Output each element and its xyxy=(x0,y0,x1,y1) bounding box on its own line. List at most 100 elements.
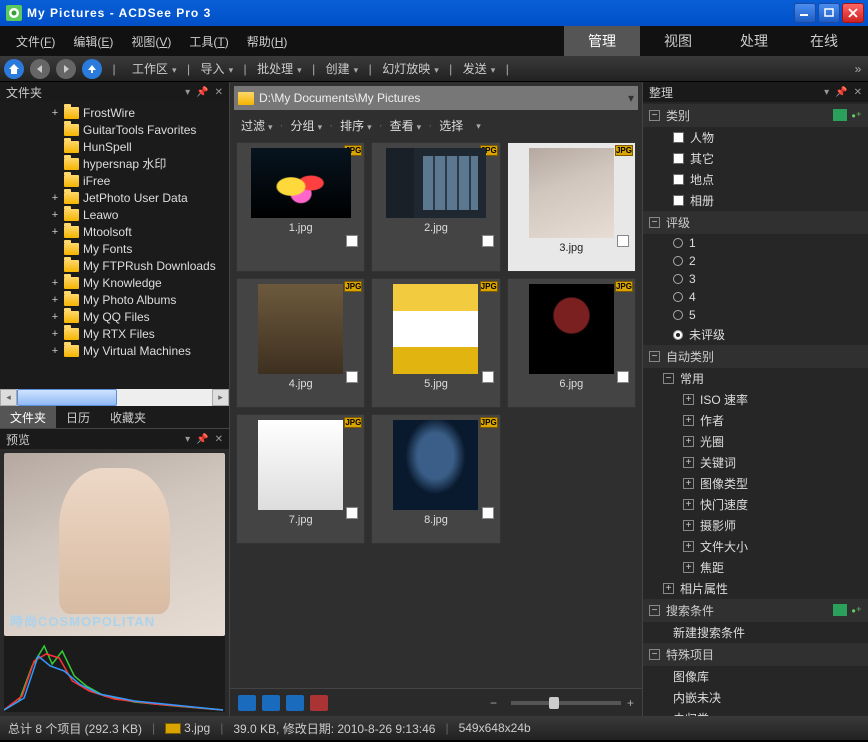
thumbnail[interactable]: JPG3.jpg xyxy=(507,142,636,272)
thumb-checkbox[interactable] xyxy=(617,235,629,247)
thumbnail[interactable]: JPG6.jpg xyxy=(507,278,636,408)
panel-pin-icon[interactable]: 📌 xyxy=(835,87,847,98)
view-filter[interactable]: 选择 xyxy=(436,117,466,134)
category-item[interactable]: 人物 xyxy=(643,127,868,148)
special-item[interactable]: 图像库 xyxy=(643,666,868,687)
panel-close-icon[interactable]: ✕ xyxy=(854,87,862,98)
panel-close-icon[interactable]: ✕ xyxy=(215,87,223,98)
rating-option[interactable]: 3 xyxy=(643,270,868,288)
tree-folder[interactable]: My FTPRush Downloads xyxy=(0,257,229,274)
tree-folder[interactable]: +My Virtual Machines xyxy=(0,342,229,358)
panel-menu-icon[interactable]: ▾ xyxy=(185,434,190,445)
path-input[interactable] xyxy=(259,91,623,105)
rating-option[interactable]: 1 xyxy=(643,234,868,252)
menu-v[interactable]: 视图(V) xyxy=(123,29,179,54)
menu-t[interactable]: 工具(T) xyxy=(181,29,236,54)
section-header[interactable]: −自动类别 xyxy=(643,345,868,368)
section-header[interactable]: −搜索条件•⁺ xyxy=(643,599,868,622)
autocat-item[interactable]: +文件大小 xyxy=(643,536,868,557)
view-filter[interactable]: 排序 xyxy=(337,117,375,134)
new-search[interactable]: 新建搜索条件 xyxy=(643,622,868,643)
checkbox[interactable] xyxy=(673,132,684,143)
panel-menu-icon[interactable]: ▾ xyxy=(824,87,829,98)
checkbox[interactable] xyxy=(673,195,684,206)
thumb-checkbox[interactable] xyxy=(617,371,629,383)
zoom-out-icon[interactable]: − xyxy=(490,696,497,710)
rotate-left-icon[interactable] xyxy=(262,695,280,711)
autocat-item[interactable]: +关键词 xyxy=(643,452,868,473)
minimize-button[interactable] xyxy=(794,3,816,23)
nav-back-icon[interactable] xyxy=(30,59,50,79)
autocat-item[interactable]: +ISO 速率 xyxy=(643,389,868,410)
category-item[interactable]: 地点 xyxy=(643,169,868,190)
thumbnail[interactable]: JPG7.jpg xyxy=(236,414,365,544)
autocat-item[interactable]: +光圈 xyxy=(643,431,868,452)
mode-tab[interactable]: 视图 xyxy=(640,26,716,56)
tree-folder[interactable]: +Mtoolsoft xyxy=(0,223,229,240)
menu-h[interactable]: 帮助(H) xyxy=(239,29,296,54)
autocat-item[interactable]: +图像类型 xyxy=(643,473,868,494)
subsection[interactable]: −常用 xyxy=(643,368,868,389)
thumb-checkbox[interactable] xyxy=(346,371,358,383)
thumbnail[interactable]: JPG5.jpg xyxy=(371,278,500,408)
book-icon[interactable] xyxy=(833,109,847,121)
view-filter[interactable]: 过滤 xyxy=(238,117,276,134)
zoom-in-icon[interactable]: + xyxy=(627,696,634,710)
autocat-item[interactable]: +作者 xyxy=(643,410,868,431)
menu-f[interactable]: 文件(F) xyxy=(8,29,63,54)
folder-tree[interactable]: +FrostWireGuitarTools FavoritesHunSpellh… xyxy=(0,102,229,389)
folder-subtab[interactable]: 文件夹 xyxy=(0,406,56,428)
rating-option[interactable]: 4 xyxy=(643,288,868,306)
folder-subtab[interactable]: 日历 xyxy=(56,406,100,428)
mode-tab[interactable]: 处理 xyxy=(716,26,792,56)
tree-folder[interactable]: +My QQ Files xyxy=(0,308,229,325)
special-item[interactable]: 内嵌未决 xyxy=(643,687,868,708)
tree-folder[interactable]: +FrostWire xyxy=(0,104,229,121)
view-filter[interactable]: 查看 xyxy=(387,117,425,134)
path-dropdown-icon[interactable]: ▾ xyxy=(628,91,634,105)
rating-option[interactable]: 2 xyxy=(643,252,868,270)
subsection[interactable]: +相片属性 xyxy=(643,578,868,599)
autocat-item[interactable]: +快门速度 xyxy=(643,494,868,515)
folder-subtab[interactable]: 收藏夹 xyxy=(100,406,156,428)
toolbar-overflow-icon[interactable]: » xyxy=(852,62,864,76)
thumb-checkbox[interactable] xyxy=(482,235,494,247)
tree-folder[interactable]: +Leawo xyxy=(0,206,229,223)
thumbnail[interactable]: JPG2.jpg xyxy=(371,142,500,272)
thumb-checkbox[interactable] xyxy=(482,371,494,383)
zoom-slider[interactable] xyxy=(511,701,621,705)
delete-icon[interactable] xyxy=(310,695,328,711)
maximize-button[interactable] xyxy=(818,3,840,23)
panel-menu-icon[interactable]: ▾ xyxy=(185,87,190,98)
nav-forward-icon[interactable] xyxy=(56,59,76,79)
toolbar-group[interactable]: 批处理 xyxy=(251,60,308,77)
panel-close-icon[interactable]: ✕ xyxy=(215,434,223,445)
rating-option[interactable]: 未评级 xyxy=(643,324,868,345)
nav-home-icon[interactable] xyxy=(4,59,24,79)
toolbar-group[interactable]: 幻灯放映 xyxy=(376,60,445,77)
toolbar-group[interactable]: 发送 xyxy=(457,60,502,77)
category-item[interactable]: 相册 xyxy=(643,190,868,211)
scroll-thumb[interactable] xyxy=(17,389,117,406)
category-item[interactable]: 其它 xyxy=(643,148,868,169)
thumb-checkbox[interactable] xyxy=(482,507,494,519)
scroll-right-icon[interactable]: ▸ xyxy=(212,389,229,406)
mode-tab[interactable]: 管理 xyxy=(564,26,640,56)
checkbox[interactable] xyxy=(673,153,684,164)
tree-folder[interactable]: +My RTX Files xyxy=(0,325,229,342)
section-header[interactable]: −评级 xyxy=(643,211,868,234)
thumbnail[interactable]: JPG8.jpg xyxy=(371,414,500,544)
autocat-item[interactable]: +摄影师 xyxy=(643,515,868,536)
tree-folder[interactable]: GuitarTools Favorites xyxy=(0,121,229,138)
close-button[interactable] xyxy=(842,3,864,23)
rating-option[interactable]: 5 xyxy=(643,306,868,324)
tree-hscrollbar[interactable]: ◂ ▸ xyxy=(0,389,229,406)
scroll-left-icon[interactable]: ◂ xyxy=(0,389,17,406)
toolbar-group[interactable]: 工作区 xyxy=(126,60,183,77)
view-mode-thumbs-icon[interactable] xyxy=(238,695,256,711)
tree-folder[interactable]: My Fonts xyxy=(0,240,229,257)
tree-folder[interactable]: +My Photo Albums xyxy=(0,291,229,308)
add-icon[interactable]: •⁺ xyxy=(851,604,862,618)
add-icon[interactable]: •⁺ xyxy=(851,109,862,123)
tree-folder[interactable]: +JetPhoto User Data xyxy=(0,189,229,206)
